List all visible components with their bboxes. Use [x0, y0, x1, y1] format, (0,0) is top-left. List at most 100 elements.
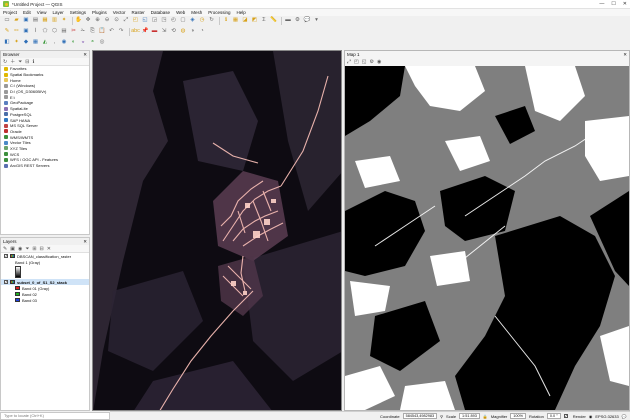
add-virtual-layer-icon[interactable]: ◎	[98, 39, 106, 47]
menu-processing[interactable]: Processing	[208, 10, 230, 15]
zoom-last-icon[interactable]: ◳	[160, 17, 168, 25]
crs-label[interactable]: EPSG:32633	[595, 414, 618, 419]
style-manager-icon[interactable]: ✦	[60, 17, 68, 25]
collapse-all-icon[interactable]: ⊟	[40, 246, 44, 252]
lock-icon[interactable]: 🔒	[483, 414, 488, 419]
label-properties-icon[interactable]: ◍	[179, 28, 187, 36]
close-button[interactable]: ✕	[623, 1, 627, 7]
zoom-full-icon[interactable]: ⤢	[347, 59, 351, 65]
add-vector-layer-icon[interactable]: ◆	[22, 39, 30, 47]
menu-plugins[interactable]: Plugins	[92, 10, 107, 15]
zoom-native-icon[interactable]: ◲	[151, 17, 159, 25]
layout-manager-icon[interactable]: ▥	[51, 17, 59, 25]
label-pin-icon[interactable]: 📌	[141, 28, 149, 36]
expand-all-icon[interactable]: ⊞	[32, 246, 36, 252]
menu-web[interactable]: Web	[176, 10, 185, 15]
open-layer-styling-icon[interactable]: ✎	[3, 246, 7, 252]
delete-selected-icon[interactable]: ✂	[70, 28, 78, 36]
zoom-to-selection-icon[interactable]: ◰	[132, 17, 140, 25]
processing-toolbox-icon[interactable]: ⚙	[294, 17, 302, 25]
map-view-canvas[interactable]	[345, 66, 629, 410]
menu-view[interactable]: View	[37, 10, 47, 15]
menu-raster[interactable]: Raster	[132, 10, 145, 15]
magnifier-field[interactable]: 100%	[510, 413, 526, 419]
label-rotate-icon[interactable]: ⟲	[170, 28, 178, 36]
select-features-icon[interactable]: ◪	[241, 17, 249, 25]
add-wfs-layer-icon[interactable]: ◓	[89, 39, 97, 47]
copy-features-icon[interactable]: ⎘	[89, 28, 97, 36]
close-panel-icon[interactable]: ✕	[623, 51, 627, 58]
label-move-icon[interactable]: ⇲	[160, 28, 168, 36]
close-panel-icon[interactable]: ✕	[83, 238, 87, 245]
manage-map-themes-icon[interactable]: ◉	[18, 246, 22, 252]
deselect-features-icon[interactable]: ◩	[251, 17, 259, 25]
menu-vector[interactable]: Vector	[113, 10, 126, 15]
rotation-field[interactable]: 0.0 °	[546, 413, 561, 419]
add-wms-layer-icon[interactable]: ◐	[70, 39, 78, 47]
minimize-button[interactable]: —	[599, 1, 604, 7]
map-view-settings-icon[interactable]: ⚙	[369, 59, 373, 65]
add-raster-layer-icon[interactable]: ▦	[32, 39, 40, 47]
add-spatialite-icon[interactable]: ◉	[60, 39, 68, 47]
layer-visibility-checkbox[interactable]: ✓	[4, 280, 8, 284]
paste-features-icon[interactable]: 📋	[98, 28, 106, 36]
open-field-calculator-icon[interactable]: ▬	[284, 17, 292, 25]
layer-row[interactable]: Band 03	[1, 297, 89, 303]
coordinate-field[interactable]: 584543,4982983	[402, 413, 438, 419]
collapse-all-icon[interactable]: ⊟	[25, 59, 29, 65]
pan-map-icon[interactable]: ✋	[75, 17, 83, 25]
zoom-next-icon[interactable]: ◴	[170, 17, 178, 25]
layer-row[interactable]	[1, 265, 89, 279]
add-delimited-text-icon[interactable]: ,	[51, 39, 59, 47]
data-source-manager-icon[interactable]: ◧	[3, 39, 11, 47]
layer-visibility-checkbox[interactable]: ✓	[4, 254, 8, 258]
digitize-icon[interactable]: ⌇	[32, 28, 40, 36]
new-3d-map-icon[interactable]: ◈	[189, 17, 197, 25]
statistical-summary-icon[interactable]: Σ	[260, 17, 268, 25]
modify-attributes-icon[interactable]: ▤	[60, 28, 68, 36]
menu-project[interactable]: Project	[3, 10, 17, 15]
cut-features-icon[interactable]: ✁	[79, 28, 87, 36]
refresh-icon[interactable]: ↻	[208, 17, 216, 25]
add-mesh-layer-icon[interactable]: ◭	[41, 39, 49, 47]
redo-icon[interactable]: ↷	[117, 28, 125, 36]
menu-help[interactable]: Help	[237, 10, 246, 15]
new-map-view-icon[interactable]: ▢	[179, 17, 187, 25]
filter-icon[interactable]: ⏷	[18, 59, 22, 65]
vertex-tool-icon[interactable]: ⬡	[51, 28, 59, 36]
toggle-editing-icon[interactable]: ✏	[13, 28, 21, 36]
menu-database[interactable]: Database	[151, 10, 170, 15]
locator-search-input[interactable]: Type to locate (Ctrl+K)	[0, 412, 110, 420]
open-project-icon[interactable]: ▰	[13, 17, 21, 25]
menu-edit[interactable]: Edit	[23, 10, 31, 15]
messages-icon[interactable]: 💬	[622, 414, 627, 419]
scale-field[interactable]: 1:51 893	[459, 413, 480, 419]
remove-layer-icon[interactable]: ✕	[47, 246, 51, 252]
label-highlight-icon[interactable]: ▬	[151, 28, 159, 36]
maximize-button[interactable]: ☐	[611, 1, 615, 7]
menu-settings[interactable]: Settings	[70, 10, 86, 15]
undo-icon[interactable]: ↶	[108, 28, 116, 36]
zoom-to-layer-icon[interactable]: ◱	[362, 59, 367, 65]
identify-features-icon[interactable]: ℹ	[222, 17, 230, 25]
zoom-full-icon[interactable]: ⤢	[122, 17, 130, 25]
open-attribute-table-icon[interactable]: ▦	[232, 17, 240, 25]
add-group-icon[interactable]: ▣	[10, 246, 15, 252]
zoom-to-layer-icon[interactable]: ◱	[141, 17, 149, 25]
diagram-tool-icon[interactable]: ◔	[198, 28, 206, 36]
menu-layer[interactable]: Layer	[52, 10, 63, 15]
measure-line-icon[interactable]: 📏	[270, 17, 278, 25]
new-geopackage-icon[interactable]: ✦	[13, 39, 21, 47]
label-show-hide-icon[interactable]: ◑	[189, 28, 197, 36]
temporal-controller-icon[interactable]: ◷	[198, 17, 206, 25]
print-layout-icon[interactable]: ▦	[41, 17, 49, 25]
label-tool-icon[interactable]: abc	[131, 28, 140, 36]
save-layer-edits-icon[interactable]: ▣	[22, 28, 30, 36]
menu-mesh[interactable]: Mesh	[191, 10, 202, 15]
close-panel-icon[interactable]: ✕	[83, 51, 87, 58]
map-view-theme-icon[interactable]: ◉	[377, 59, 381, 65]
render-checkbox[interactable]: ✓	[563, 414, 568, 418]
new-project-icon[interactable]: ▭	[3, 17, 11, 25]
crs-icon[interactable]: ◉	[589, 414, 593, 419]
add-wcs-layer-icon[interactable]: ◒	[79, 39, 87, 47]
